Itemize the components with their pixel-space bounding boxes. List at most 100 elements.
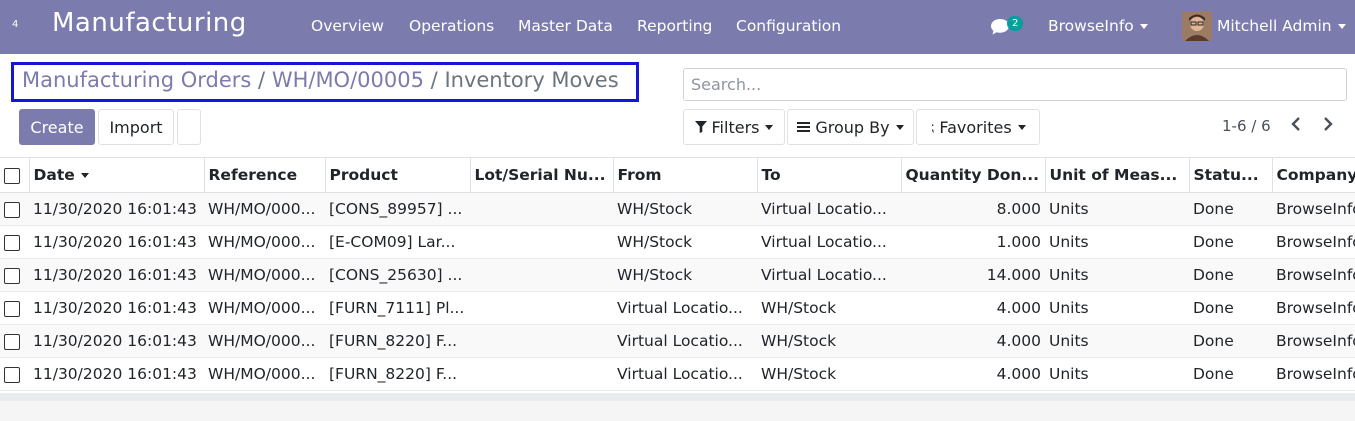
menu-overview[interactable]: Overview bbox=[311, 17, 384, 35]
column-header-lot-serial[interactable]: Lot/Serial Nu... bbox=[470, 157, 614, 193]
cell-company: BrowseInfo bbox=[1272, 225, 1355, 259]
cell-date: 11/30/2020 16:01:43 bbox=[29, 225, 204, 259]
row-select-cell bbox=[0, 357, 29, 391]
cell-lot-serial bbox=[470, 324, 613, 358]
menu-master-data[interactable]: Master Data bbox=[518, 17, 613, 35]
column-header-reference[interactable]: Reference bbox=[204, 157, 326, 193]
cell-quantity-done: 1.000 bbox=[901, 225, 1045, 259]
select-all-checkbox[interactable] bbox=[4, 167, 20, 184]
import-button[interactable]: Import bbox=[98, 109, 174, 145]
chevron-left-icon bbox=[1291, 117, 1300, 131]
row-select-cell bbox=[0, 192, 29, 226]
cell-reference: WH/MO/000... bbox=[204, 225, 325, 259]
cell-unit-of-measure: Units bbox=[1045, 192, 1189, 226]
chevron-down-icon bbox=[1337, 24, 1346, 29]
column-header-to[interactable]: To bbox=[757, 157, 902, 193]
filter-icon bbox=[694, 121, 707, 133]
cell-unit-of-measure: Units bbox=[1045, 324, 1189, 358]
app-grid-indicator[interactable]: 4 bbox=[12, 19, 18, 30]
breadcrumb-manufacturing-orders[interactable]: Manufacturing Orders bbox=[22, 68, 251, 92]
row-checkbox[interactable] bbox=[4, 366, 20, 383]
column-header-unit-of-measure[interactable]: Unit of Meas... bbox=[1045, 157, 1190, 193]
cell-unit-of-measure: Units bbox=[1045, 258, 1189, 292]
breadcrumb-separator: / bbox=[430, 68, 438, 92]
cell-date: 11/30/2020 16:01:43 bbox=[29, 192, 204, 226]
cell-from: Virtual Locatio... bbox=[613, 324, 757, 358]
cell-quantity-done: 8.000 bbox=[901, 192, 1045, 226]
cell-to: WH/Stock bbox=[757, 324, 901, 358]
table-row[interactable]: 11/30/2020 16:01:43 WH/MO/000... [CONS_899… bbox=[0, 192, 1355, 226]
list-view: Date Reference Product Lot/Serial Nu... … bbox=[0, 157, 1355, 393]
column-header-quantity-done[interactable]: Quantity Don... bbox=[901, 157, 1046, 193]
list-footer bbox=[0, 393, 1355, 401]
company-switcher[interactable]: BrowseInfo bbox=[1048, 17, 1148, 35]
row-checkbox[interactable] bbox=[4, 234, 20, 251]
row-checkbox[interactable] bbox=[4, 201, 20, 218]
breadcrumb-current: Inventory Moves bbox=[444, 68, 619, 92]
cell-to: Virtual Locatio... bbox=[757, 225, 901, 259]
cell-lot-serial bbox=[470, 357, 613, 391]
menu-operations[interactable]: Operations bbox=[409, 17, 494, 35]
pager-previous-button[interactable] bbox=[1289, 116, 1303, 136]
table-row[interactable]: 11/30/2020 16:01:43 WH/MO/000... [FURN_822… bbox=[0, 324, 1355, 358]
filters-dropdown[interactable]: Filters bbox=[683, 109, 785, 145]
cell-from: WH/Stock bbox=[613, 225, 757, 259]
pager-next-button[interactable] bbox=[1321, 116, 1335, 136]
cell-date: 11/30/2020 16:01:43 bbox=[29, 324, 204, 358]
column-header-product[interactable]: Product bbox=[325, 157, 471, 193]
column-header-company[interactable]: Company bbox=[1272, 157, 1355, 193]
user-menu[interactable]: Mitchell Admin bbox=[1217, 17, 1346, 35]
menu-reporting[interactable]: Reporting bbox=[637, 17, 712, 35]
select-all-cell bbox=[0, 157, 30, 193]
row-select-cell bbox=[0, 324, 29, 358]
cell-unit-of-measure: Units bbox=[1045, 357, 1189, 391]
cell-quantity-done: 4.000 bbox=[901, 324, 1045, 358]
cell-company: BrowseInfo bbox=[1272, 357, 1355, 391]
group-by-dropdown[interactable]: Group By bbox=[787, 109, 914, 145]
avatar[interactable] bbox=[1182, 11, 1212, 41]
chevron-down-icon bbox=[1139, 24, 1148, 29]
table-row[interactable]: 11/30/2020 16:01:43 WH/MO/000... [FURN_711… bbox=[0, 291, 1355, 325]
create-button[interactable]: Create bbox=[19, 109, 95, 145]
favorites-dropdown[interactable]: ⁏ Favorites bbox=[916, 109, 1040, 145]
row-checkbox[interactable] bbox=[4, 300, 20, 317]
cell-company: BrowseInfo bbox=[1272, 258, 1355, 292]
breadcrumb-mo-reference[interactable]: WH/MO/00005 bbox=[272, 68, 424, 92]
breadcrumb: Manufacturing Orders / WH/MO/00005 / Inv… bbox=[22, 68, 619, 92]
cell-status: Done bbox=[1189, 357, 1272, 391]
chat-button[interactable]: 2 bbox=[990, 16, 1030, 40]
column-header-from[interactable]: From bbox=[613, 157, 758, 193]
cell-date: 11/30/2020 16:01:43 bbox=[29, 258, 204, 292]
cell-product: [FURN_8220] F... bbox=[325, 324, 470, 358]
cell-company: BrowseInfo bbox=[1272, 324, 1355, 358]
user-name: Mitchell Admin bbox=[1217, 17, 1332, 35]
cell-product: [CONS_89957] ... bbox=[325, 192, 470, 226]
search-input[interactable] bbox=[684, 69, 1346, 100]
star-icon: ⁏ bbox=[930, 120, 935, 134]
column-header-status[interactable]: Statu... bbox=[1189, 157, 1273, 193]
row-checkbox[interactable] bbox=[4, 333, 20, 350]
cell-product: [FURN_7111] Pl... bbox=[325, 291, 470, 325]
bars-icon bbox=[797, 121, 811, 133]
pager-value[interactable]: 1-6 / 6 bbox=[1222, 117, 1271, 135]
menu-configuration[interactable]: Configuration bbox=[736, 17, 841, 35]
table-row[interactable]: 11/30/2020 16:01:43 WH/MO/000... [E-COM09]… bbox=[0, 225, 1355, 259]
cell-reference: WH/MO/000... bbox=[204, 324, 325, 358]
cell-quantity-done: 4.000 bbox=[901, 291, 1045, 325]
breadcrumb-separator: / bbox=[258, 68, 266, 92]
cell-reference: WH/MO/000... bbox=[204, 357, 325, 391]
breadcrumb-highlight: Manufacturing Orders / WH/MO/00005 / Inv… bbox=[11, 62, 639, 102]
cell-status: Done bbox=[1189, 291, 1272, 325]
row-checkbox[interactable] bbox=[4, 267, 20, 284]
cell-reference: WH/MO/000... bbox=[204, 192, 325, 226]
cell-status: Done bbox=[1189, 225, 1272, 259]
company-name: BrowseInfo bbox=[1048, 17, 1134, 35]
app-title[interactable]: Manufacturing bbox=[52, 8, 247, 38]
extra-action-button[interactable] bbox=[177, 109, 201, 145]
favorites-label: Favorites bbox=[939, 117, 1012, 137]
cell-company: BrowseInfo bbox=[1272, 192, 1355, 226]
table-row[interactable]: 11/30/2020 16:01:43 WH/MO/000... [CONS_256… bbox=[0, 258, 1355, 292]
column-header-date[interactable]: Date bbox=[29, 157, 205, 193]
chat-count-badge: 2 bbox=[1007, 16, 1024, 31]
table-row[interactable]: 11/30/2020 16:01:43 WH/MO/000... [FURN_822… bbox=[0, 357, 1355, 391]
